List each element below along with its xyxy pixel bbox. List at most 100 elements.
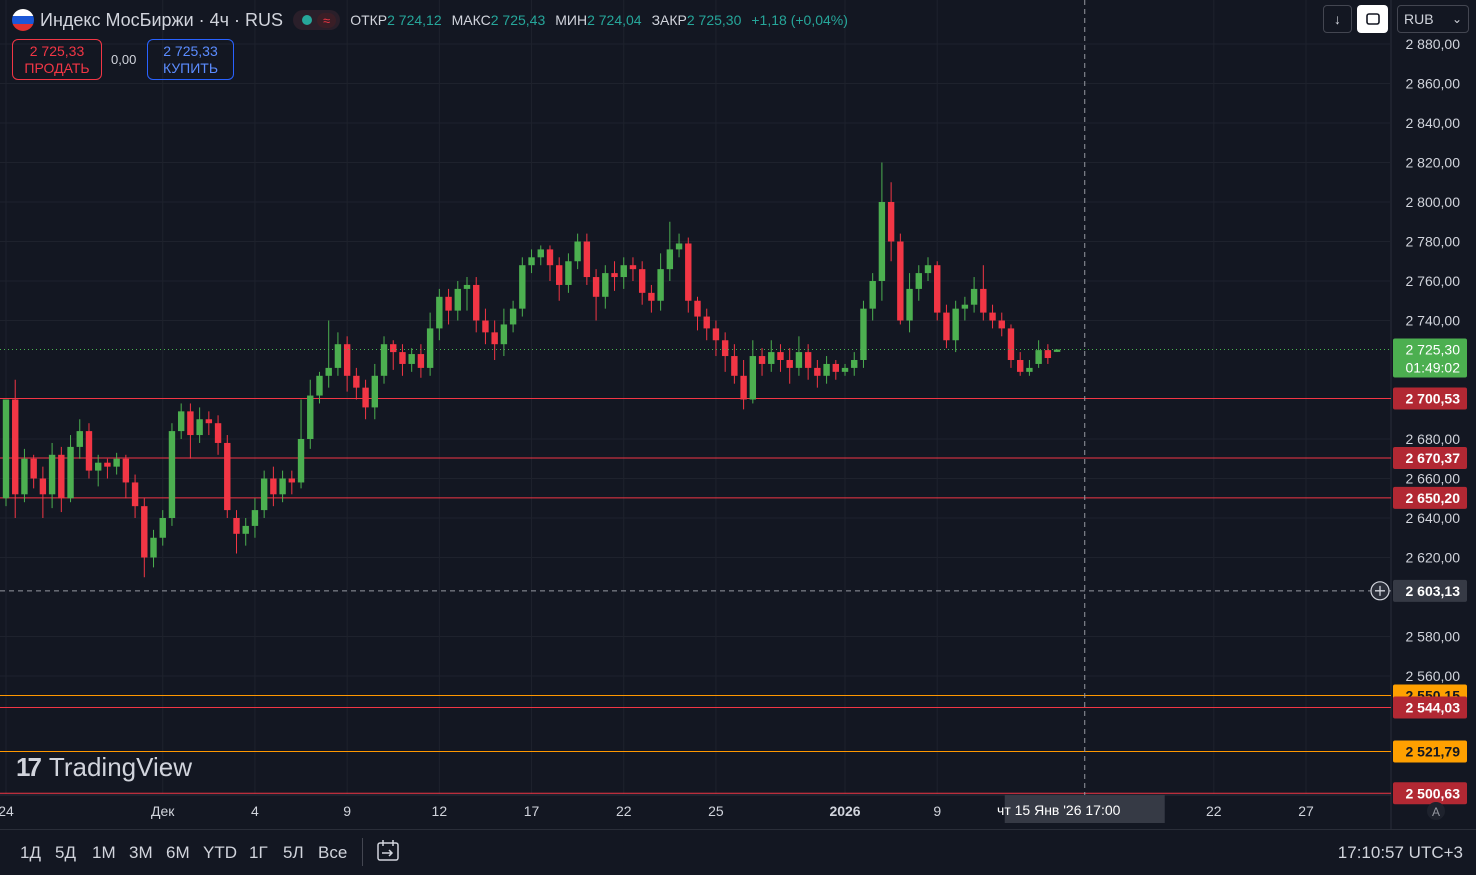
candle-body [122,458,130,483]
y-tick-label: 2 640,00 [1406,510,1461,526]
candle-body [602,273,609,297]
candle-body [196,419,203,436]
candle-body [832,363,839,372]
candle-body [251,510,259,526]
candle-body [1017,360,1024,372]
candle-body [887,202,895,242]
range-1d[interactable]: 1Д [20,843,41,863]
range-3m[interactable]: 3М [129,843,153,863]
candle-body [297,439,305,483]
y-tick-label: 2 860,00 [1406,76,1461,92]
y-tick-label: 2 780,00 [1406,234,1461,250]
range-1y[interactable]: 1Г [249,843,268,863]
candle-body [131,482,139,507]
candle-body [1035,350,1042,364]
candle-body [141,506,148,558]
candle-body [666,249,674,270]
price-level-label: 2 670,37 [1406,450,1461,466]
candle-body [482,320,489,333]
candle-body [224,442,231,511]
candle-body [417,354,425,368]
fullscreen-button[interactable] [1357,5,1388,33]
y-tick-label: 2 740,00 [1406,313,1461,329]
bar-countdown-label: 01:49:02 [1406,360,1461,376]
candle-body [39,478,47,495]
range-6m[interactable]: 6М [166,843,190,863]
scroll-to-latest-button[interactable]: ↓ [1323,5,1352,33]
candle-body [168,431,176,518]
range-ytd[interactable]: YTD [203,843,237,863]
candle-body [399,352,406,364]
candle-body [491,332,498,345]
candle-body [934,265,941,313]
candle-body [989,312,996,321]
candle-body [113,458,120,467]
candle-body [316,375,323,396]
go-to-date-icon[interactable] [376,839,402,863]
candle-body [519,265,526,309]
y-tick-label: 2 560,00 [1406,668,1461,684]
currency-value: RUB [1404,11,1434,27]
price-chart[interactable]: 2 880,00 2 860,00 2 840,00 2 820,00 2 800,00… [0,0,1476,874]
price-change: +1,18 (+0,04%) [751,12,848,28]
candle-body [841,367,849,372]
x-tick-label: Дек [151,803,175,819]
brand-name: TradingView [48,752,192,782]
candle-body [21,458,28,495]
candle-body [943,312,950,341]
crosshair-time-label: чт 15 Янв '26 17:00 [997,802,1121,818]
candle-body [1053,349,1061,352]
candle-body [214,423,222,443]
candle-body [814,367,821,376]
candle-body [454,288,461,311]
delayed-data-icon: ≈ [317,12,337,28]
toolbar-separator [362,838,363,866]
candle-body [611,273,618,278]
candle-body [104,462,111,467]
candle-body [620,265,627,278]
candle-body [445,296,452,311]
candle-body [740,375,747,400]
candle-body [952,308,959,341]
candle-body [878,202,886,281]
clock[interactable]: 17:10:57 UTC+3 [1338,843,1463,863]
candle-body [325,367,332,376]
candle-body [242,525,249,534]
sell-button[interactable]: 2 725,33 ПРОДАТЬ [12,39,102,80]
candle-body [758,356,766,364]
candle-body [721,340,729,357]
candle-body [509,308,517,325]
price-level-label: 2 521,79 [1406,743,1461,759]
x-tick-label: 12 [432,803,448,819]
candle-body [343,344,351,376]
symbol-title[interactable]: Индекс МосБиржи · 4ч · RUS [40,10,283,31]
currency-select[interactable]: RUB ⌄ [1397,5,1469,33]
range-5d[interactable]: 5Д [55,843,76,863]
candle-body [574,241,581,262]
candle-body [58,454,65,499]
candle-body [473,284,480,321]
candle-body [76,431,83,447]
price-level-label: 2 500,63 [1406,785,1461,801]
range-1m[interactable]: 1М [92,843,116,863]
y-tick-label: 2 840,00 [1406,115,1461,131]
buy-button[interactable]: 2 725,33 КУПИТЬ [147,39,234,80]
candle-body [353,375,360,388]
range-5y[interactable]: 5Л [283,843,304,863]
candle-body [30,458,37,479]
crosshair-price-label: 2 603,13 [1406,583,1461,599]
market-status-pill[interactable]: ≈ [293,10,341,30]
candle-body [685,243,692,301]
sell-label: ПРОДАТЬ [24,60,90,76]
candle-body [95,462,102,471]
range-all[interactable]: Все [318,843,347,863]
candle-body [823,363,830,376]
candle-body [869,281,876,309]
ohlc-low: МИН2 724,04 [555,12,642,28]
candle-body [629,265,637,270]
x-tick-label: 9 [933,803,941,819]
x-tick-label: 9 [343,803,351,819]
candle-body [334,344,342,368]
x-tick-label: 4 [251,803,259,819]
candle-body [67,446,74,499]
